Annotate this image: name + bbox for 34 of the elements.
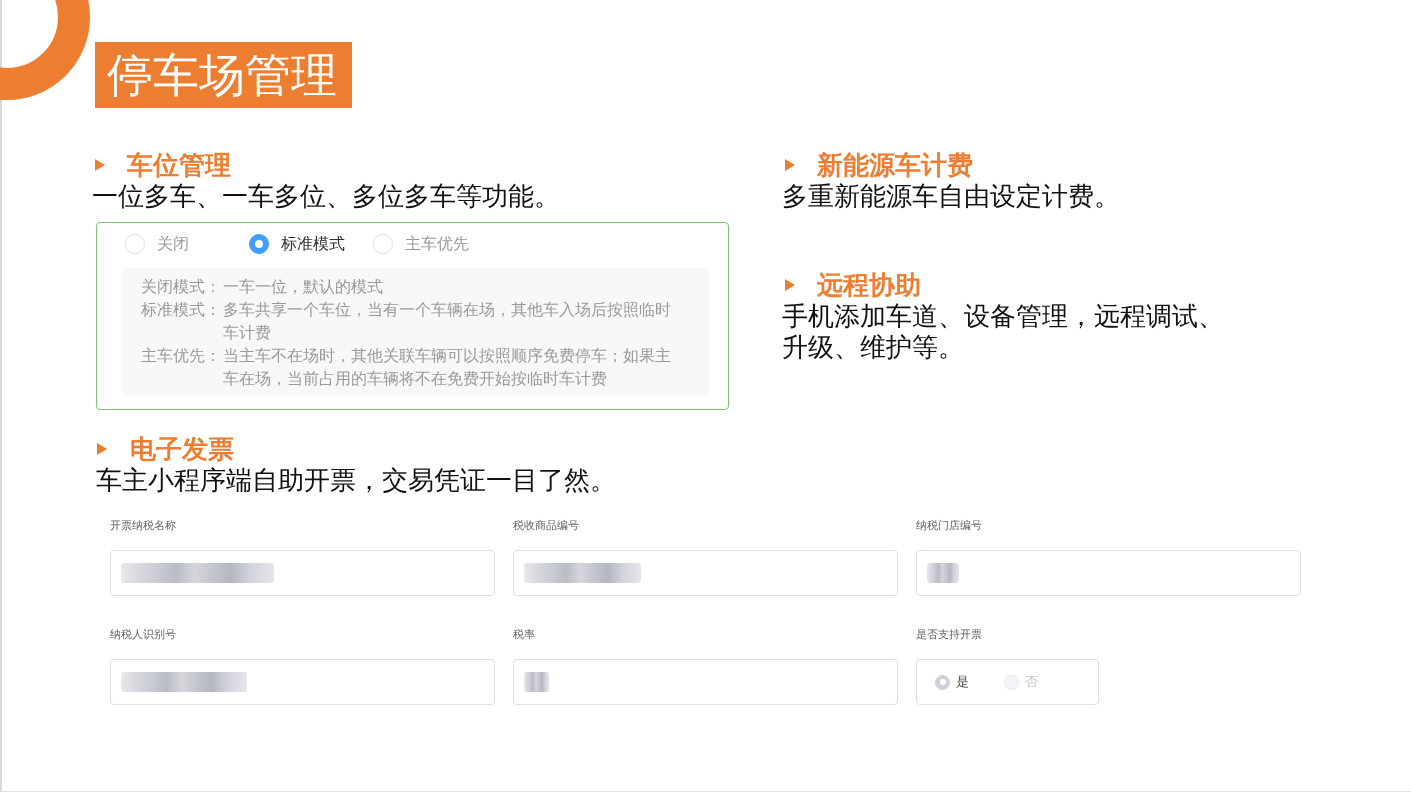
feature-description: 一位多车、一车多位、多位多车等功能。 [92, 181, 561, 212]
radio-icon[interactable] [249, 234, 269, 254]
radio-option[interactable]: 主车优先 [373, 234, 493, 254]
triangle-bullet-icon [97, 443, 107, 455]
radio-option[interactable]: 关闭 [125, 234, 245, 254]
input-field[interactable] [916, 550, 1301, 596]
mode-term: 主车优先： [141, 345, 222, 367]
field-label: 税率 [513, 628, 536, 642]
input-field[interactable] [110, 659, 495, 705]
feature-description: 多重新能源车自由设定计费。 [782, 181, 1121, 212]
slide-title: 停车场管理 [95, 42, 352, 108]
mode-term: 标准模式： [141, 299, 222, 321]
field-label: 是否支持开票 [916, 628, 983, 642]
mode-term: 关闭模式： [141, 276, 222, 298]
field-label: 纳税门店编号 [916, 519, 983, 533]
field-label: 纳税人识别号 [110, 628, 177, 642]
mode-explanation: 当主车不在场时，其他关联车辆可以按照顺序免费停车；如果主车在场，当前占用的车辆将不在免费开始按临时车计费 [223, 345, 672, 390]
feature-description: 车主小程序端自助开票，交易凭证一目了然。 [96, 465, 617, 496]
feature-heading: 新能源车计费 [817, 150, 973, 180]
triangle-bullet-icon [785, 279, 795, 291]
input-field[interactable] [513, 659, 898, 705]
mode-explanation: 一车一位，默认的模式 [223, 276, 384, 298]
feature-description: 手机添加车道、设备管理，远程调试、升级、维护等。 [782, 301, 1225, 363]
field-label: 税收商品编号 [513, 519, 580, 533]
mode-explanation: 多车共享一个车位，当有一个车辆在场，其他车入场后按照临时车计费 [223, 299, 672, 344]
triangle-bullet-icon [95, 159, 105, 171]
radio-option[interactable]: 标准模式 [249, 234, 369, 254]
input-field[interactable] [110, 550, 495, 596]
feature-heading: 远程协助 [817, 270, 921, 300]
input-field[interactable] [513, 550, 898, 596]
feature-heading: 电子发票 [130, 434, 234, 464]
field-label: 开票纳税名称 [110, 519, 177, 533]
feature-heading: 车位管理 [127, 150, 231, 180]
triangle-bullet-icon [785, 159, 795, 171]
